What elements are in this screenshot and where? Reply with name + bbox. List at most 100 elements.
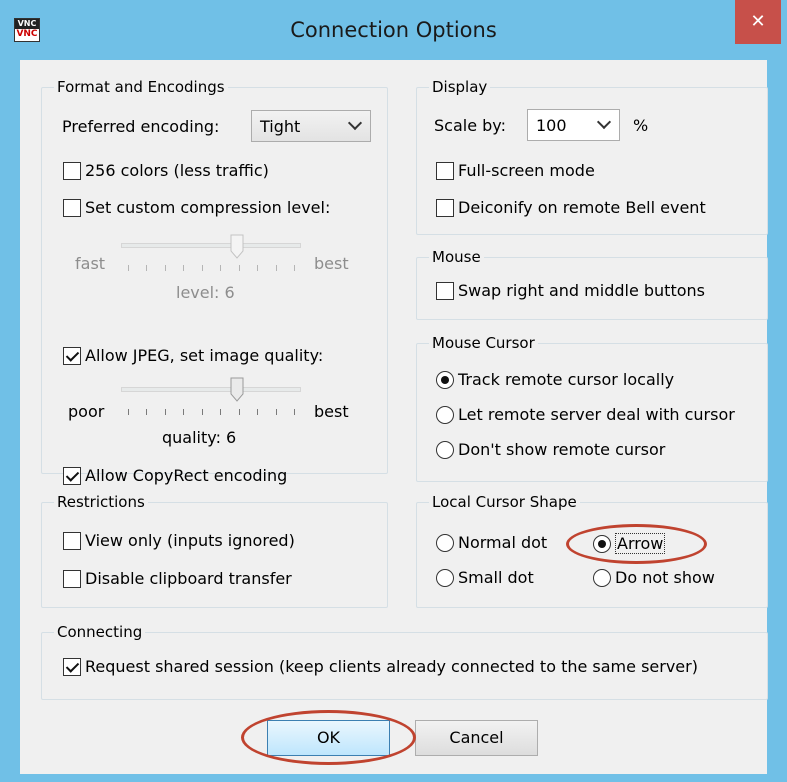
disable-clipboard-label: Disable clipboard transfer [85, 569, 292, 588]
normal-dot-label: Normal dot [458, 533, 548, 552]
no-cursor-radio[interactable]: Don't show remote cursor [436, 440, 665, 459]
compression-slider-track [121, 243, 301, 248]
group-title-display: Display [429, 77, 491, 97]
compression-slider-ticks [128, 265, 295, 273]
no-cursor-label: Don't show remote cursor [458, 440, 666, 459]
group-title-mouse: Mouse [429, 247, 484, 267]
server-cursor-label: Let remote server deal with cursor [458, 405, 735, 424]
group-connecting: Connecting Request shared session (keep … [41, 622, 768, 700]
dialog-title: Connection Options [290, 18, 497, 42]
server-cursor-radio[interactable]: Let remote server deal with cursor [436, 405, 735, 424]
normal-dot-radio[interactable]: Normal dot [436, 533, 547, 552]
radio-circle [436, 568, 454, 587]
preferred-encoding-value: Tight [260, 116, 301, 136]
quality-value-label: quality: 6 [162, 428, 237, 447]
copyrect-checkbox[interactable]: Allow CopyRect encoding [63, 466, 287, 485]
group-title-restrictions: Restrictions [54, 492, 148, 512]
checkbox-box [63, 466, 81, 485]
compression-level-label: level: 6 [176, 283, 235, 302]
cancel-button[interactable]: Cancel [415, 720, 538, 756]
slider-tick [220, 265, 222, 271]
view-only-checkbox[interactable]: View only (inputs ignored) [63, 531, 295, 550]
copyrect-label: Allow CopyRect encoding [85, 466, 288, 485]
shared-session-label: Request shared session (keep clients alr… [85, 657, 698, 676]
slider-tick [275, 409, 277, 415]
custom-compression-label: Set custom compression level: [85, 198, 331, 217]
allow-jpeg-checkbox[interactable]: Allow JPEG, set image quality: [63, 346, 323, 365]
checkbox-box [436, 198, 454, 217]
checkbox-box [63, 161, 81, 180]
checkbox-box [63, 346, 81, 365]
slider-tick [238, 409, 240, 415]
scale-unit: % [633, 116, 649, 135]
slider-tick [294, 409, 295, 415]
slider-tick [164, 409, 166, 415]
slider-tick [275, 265, 277, 271]
view-only-label: View only (inputs ignored) [85, 531, 295, 550]
slider-tick [128, 409, 129, 415]
slider-tick [220, 409, 222, 415]
radio-circle [436, 440, 454, 459]
deiconify-checkbox[interactable]: Deiconify on remote Bell event [436, 198, 706, 217]
deiconify-label: Deiconify on remote Bell event [458, 198, 706, 217]
checkbox-box [436, 161, 454, 180]
dialog-client: Format and Encodings Preferred encoding:… [20, 60, 768, 774]
disable-clipboard-checkbox[interactable]: Disable clipboard transfer [63, 569, 292, 588]
checkbox-box [63, 569, 81, 588]
track-cursor-radio[interactable]: Track remote cursor locally [436, 370, 674, 389]
swap-buttons-checkbox[interactable]: Swap right and middle buttons [436, 281, 705, 300]
group-restrictions: Restrictions View only (inputs ignored) … [41, 492, 388, 608]
fullscreen-checkbox[interactable]: Full-screen mode [436, 161, 595, 180]
slider-tick [164, 265, 166, 271]
group-display: Display Scale by: 100 % Full-screen mode… [416, 77, 768, 235]
group-format-encodings: Format and Encodings Preferred encoding:… [41, 77, 388, 485]
title-bar[interactable]: VNC VNC Connection Options ✕ [0, 0, 787, 60]
annotation-oval-arrow [566, 524, 707, 564]
compression-best-label: best [314, 254, 349, 273]
quality-best-label: best [314, 402, 349, 421]
fullscreen-label: Full-screen mode [458, 161, 595, 180]
slider-tick [146, 409, 148, 415]
chevron-down-icon [347, 115, 363, 131]
checkbox-box [63, 657, 81, 676]
quality-slider-ticks [128, 409, 295, 417]
do-not-show-label: Do not show [615, 568, 715, 587]
radio-circle [436, 533, 454, 552]
close-icon: ✕ [750, 11, 766, 32]
compression-fast-label: fast [75, 254, 106, 273]
checkbox-box [63, 198, 81, 217]
radio-circle [593, 568, 611, 587]
annotation-oval-ok [241, 710, 416, 765]
slider-tick [183, 409, 185, 415]
scale-value: 100 [536, 115, 567, 135]
slider-tick [257, 409, 259, 415]
group-title-mouse-cursor: Mouse Cursor [429, 333, 538, 353]
group-title-local-cursor: Local Cursor Shape [429, 492, 580, 512]
allow-jpeg-label: Allow JPEG, set image quality: [85, 346, 324, 365]
radio-circle [436, 370, 454, 389]
custom-compression-checkbox[interactable]: Set custom compression level: [63, 198, 330, 217]
preferred-encoding-label: Preferred encoding: [62, 117, 220, 136]
small-dot-label: Small dot [458, 568, 534, 587]
slider-tick [201, 409, 203, 415]
chevron-down-icon [596, 114, 612, 130]
preferred-encoding-select[interactable]: Tight [251, 110, 371, 142]
do-not-show-radio[interactable]: Do not show [593, 568, 715, 587]
small-dot-radio[interactable]: Small dot [436, 568, 534, 587]
quality-slider-thumb[interactable] [230, 377, 244, 403]
track-cursor-label: Track remote cursor locally [458, 370, 675, 389]
shared-session-checkbox[interactable]: Request shared session (keep clients alr… [63, 657, 698, 676]
slider-tick [201, 265, 203, 271]
group-title-connecting: Connecting [54, 622, 146, 642]
group-title-format: Format and Encodings [54, 77, 228, 97]
quality-slider-track[interactable] [121, 387, 301, 392]
scale-select[interactable]: 100 [527, 109, 620, 141]
slider-tick [128, 265, 129, 271]
scale-by-label: Scale by: [434, 116, 506, 135]
slider-tick [257, 265, 259, 271]
close-button[interactable]: ✕ [735, 0, 781, 44]
checkbox-box [63, 531, 81, 550]
slider-tick [238, 265, 240, 271]
radio-circle [436, 405, 454, 424]
colors-256-checkbox[interactable]: 256 colors (less traffic) [63, 161, 269, 180]
